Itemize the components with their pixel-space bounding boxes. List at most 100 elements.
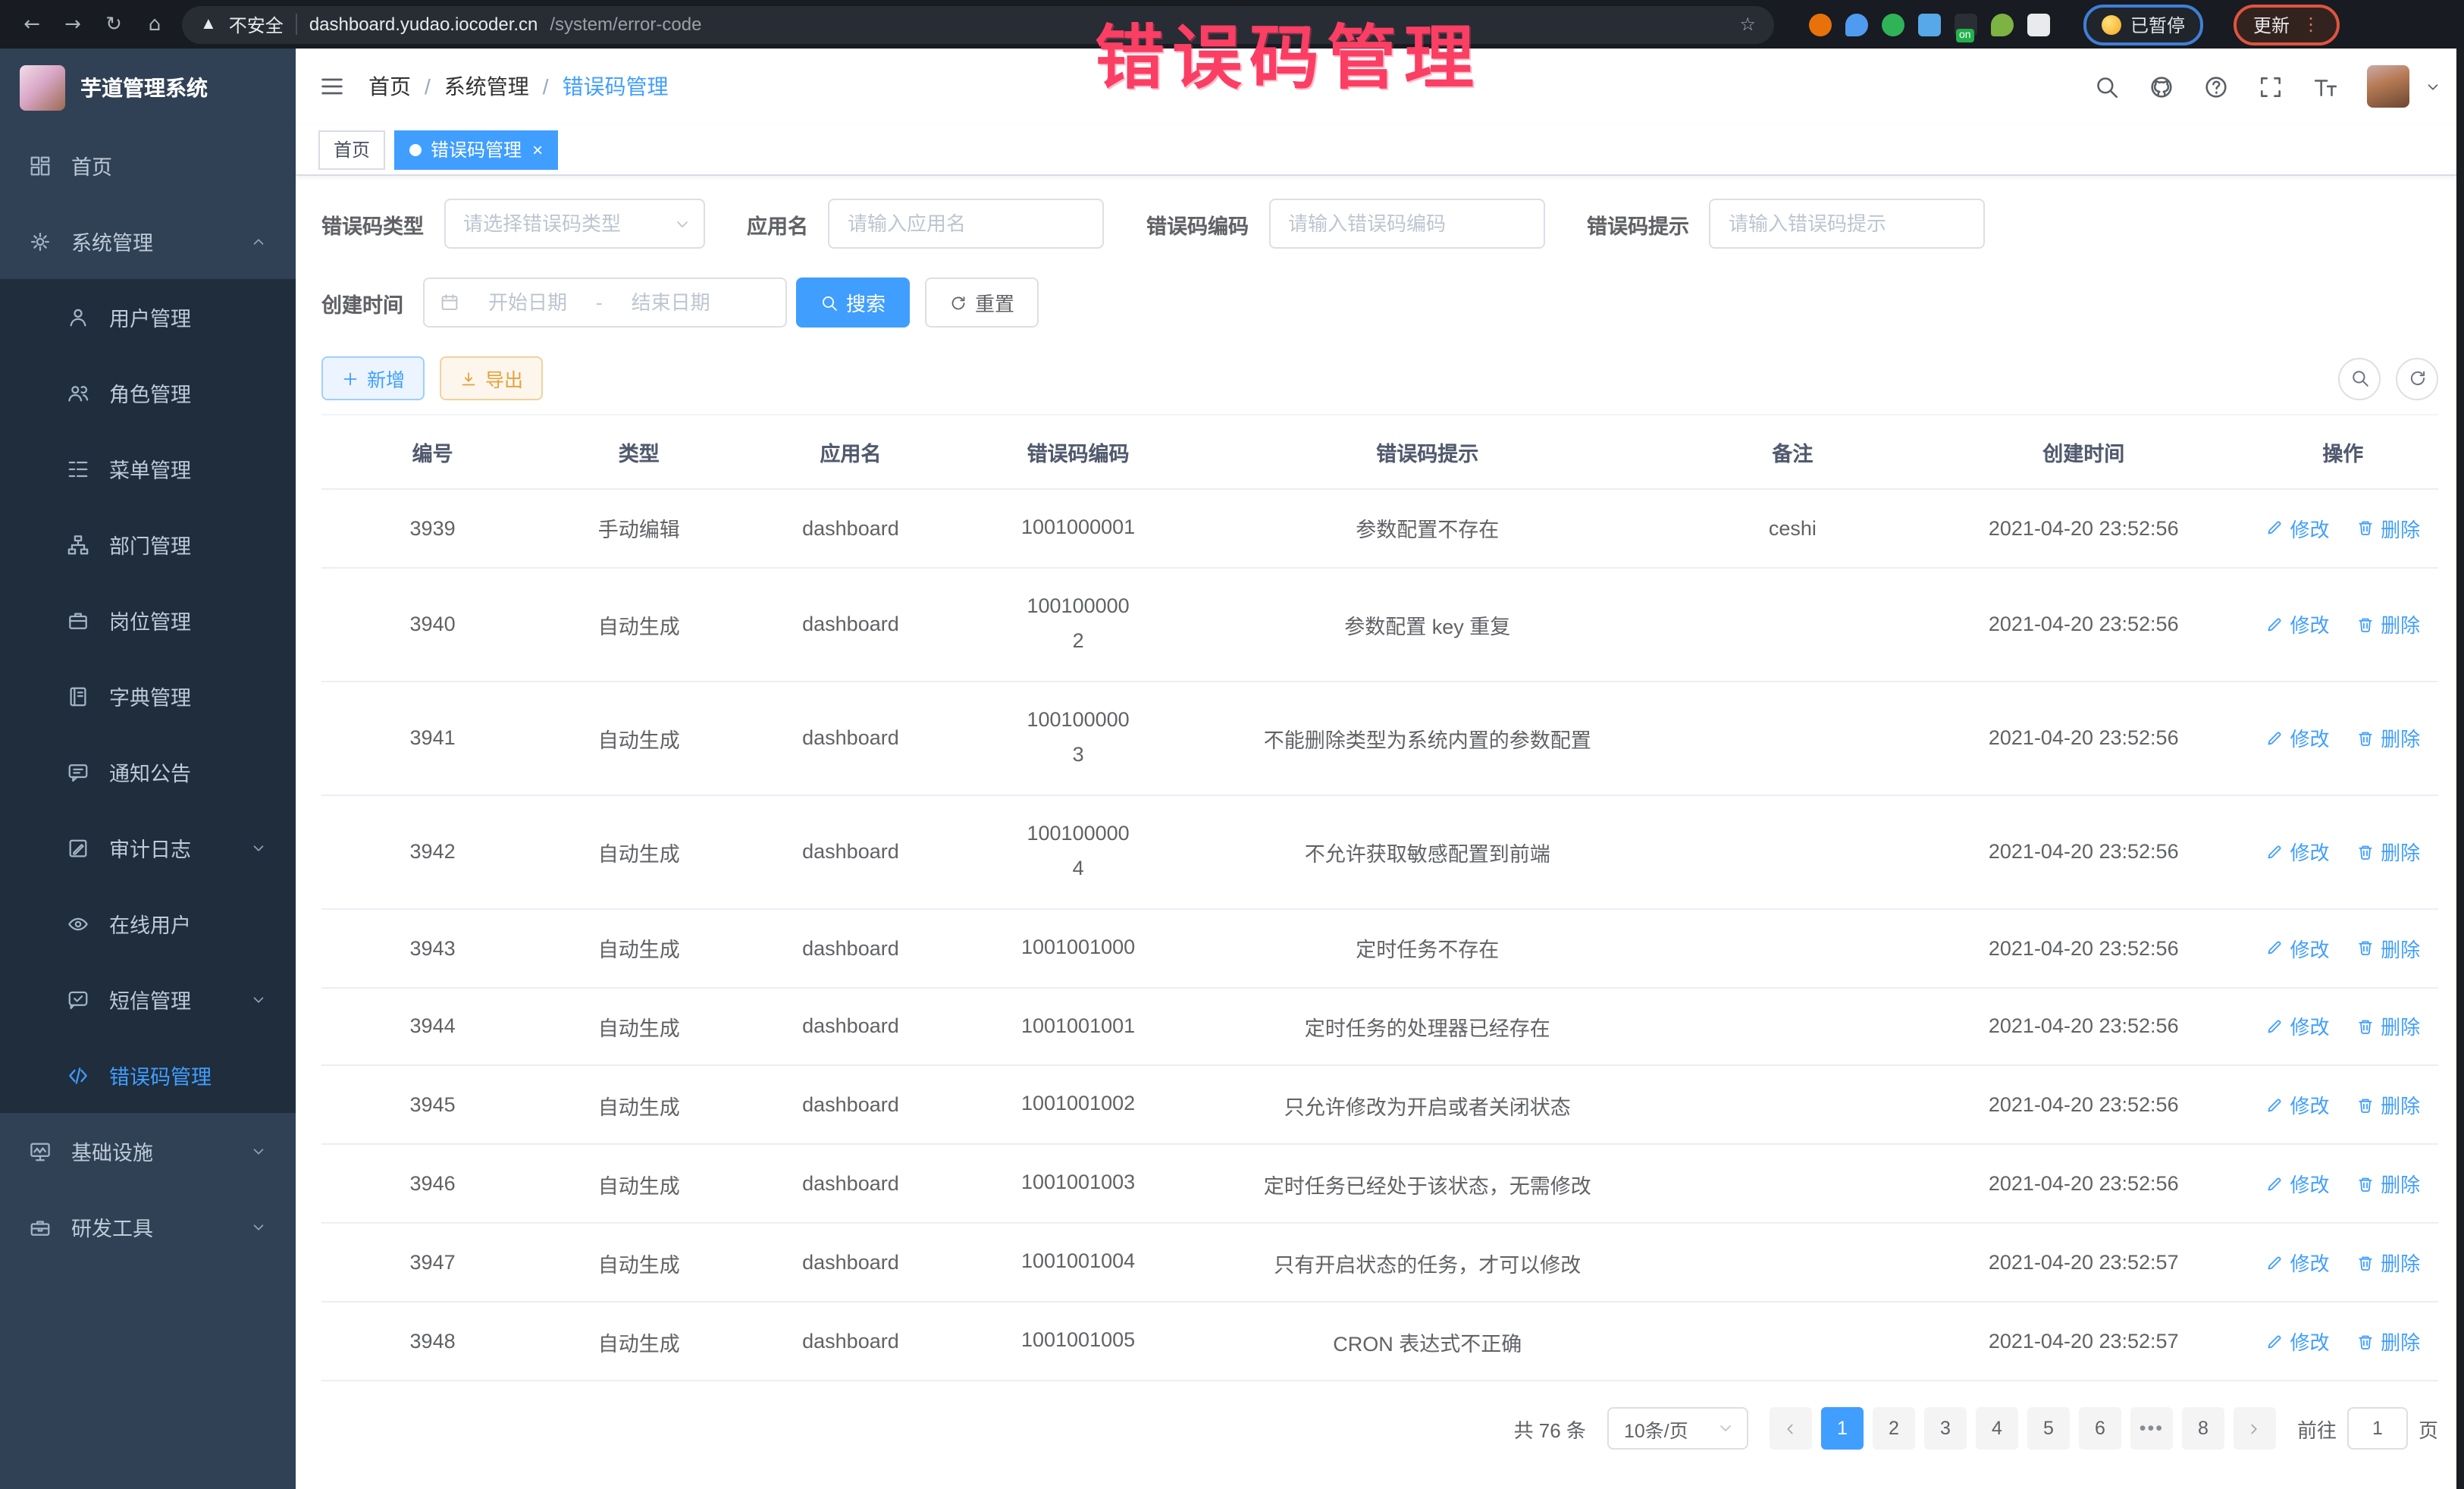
sidebar-item-audit-log[interactable]: 审计日志 <box>0 810 296 886</box>
tab-close-icon[interactable]: × <box>532 139 543 160</box>
breadcrumb-home[interactable]: 首页 <box>368 71 411 102</box>
extension-puzzle-icon[interactable] <box>2027 13 2050 36</box>
page-button[interactable]: 8 <box>2182 1407 2224 1450</box>
page-button[interactable]: 5 <box>2027 1407 2070 1450</box>
paused-extension-button[interactable]: 已暂停 <box>2083 4 2203 45</box>
sidebar-item-error-code-mgmt[interactable]: 错误码管理 <box>0 1037 296 1113</box>
page-button-active[interactable]: 1 <box>1821 1407 1864 1450</box>
reset-button[interactable]: 重置 <box>925 277 1039 328</box>
delete-link[interactable]: 删除 <box>2356 933 2420 962</box>
edit-link[interactable]: 修改 <box>2266 514 2330 543</box>
toggle-search-button[interactable] <box>2338 357 2381 400</box>
sidebar-item-system-mgmt[interactable]: 系统管理 <box>0 203 296 279</box>
bookmark-star-icon[interactable]: ☆ <box>1739 14 1756 35</box>
chevron-down-icon[interactable] <box>2425 78 2441 95</box>
export-button[interactable]: 导出 <box>440 356 543 400</box>
page-button[interactable]: 6 <box>2079 1407 2121 1450</box>
page-button[interactable]: 4 <box>1976 1407 2018 1450</box>
end-date-input[interactable] <box>610 291 732 314</box>
cell-msg: 定时任务的处理器已经存在 <box>1190 987 1666 1066</box>
refresh-table-button[interactable] <box>2396 357 2438 400</box>
next-page-button[interactable] <box>2234 1407 2276 1450</box>
tab-error-code[interactable]: 错误码管理 × <box>394 130 558 169</box>
breadcrumb-separator: / <box>543 74 549 99</box>
delete-link[interactable]: 删除 <box>2356 1012 2420 1041</box>
sidebar-item-post-mgmt[interactable]: 岗位管理 <box>0 582 296 658</box>
error-msg-input[interactable] <box>1709 199 1985 249</box>
breadcrumb-system[interactable]: 系统管理 <box>444 71 529 102</box>
cell-time: 2021-04-20 23:52:57 <box>1920 1302 2248 1381</box>
delete-link[interactable]: 删除 <box>2356 610 2420 639</box>
fullscreen-icon[interactable] <box>2258 74 2284 99</box>
sidebar-item-sms-mgmt[interactable]: 短信管理 <box>0 961 296 1037</box>
github-icon[interactable] <box>2149 74 2174 99</box>
start-date-input[interactable] <box>467 291 588 314</box>
edit-link[interactable]: 修改 <box>2266 724 2330 753</box>
trash-icon <box>2356 519 2375 538</box>
error-code-input[interactable] <box>1268 199 1544 249</box>
browser-reload-icon[interactable]: ↻ <box>100 13 127 36</box>
extension-green-check-icon[interactable] <box>1882 13 1904 36</box>
edit-link[interactable]: 修改 <box>2266 837 2330 866</box>
sidebar-item-home[interactable]: 首页 <box>0 127 296 203</box>
cell-code: 1001001002 <box>967 1066 1190 1145</box>
cell-ops: 修改 删除 <box>2248 1145 2438 1224</box>
browser-home-icon[interactable]: ⌂ <box>141 13 168 36</box>
table-row: 3946 自动生成 dashboard 1001001003 定时任务已经处于该… <box>321 1145 2438 1224</box>
browser-back-icon[interactable]: ← <box>18 13 45 36</box>
help-icon[interactable] <box>2203 74 2229 99</box>
delete-link[interactable]: 删除 <box>2356 1249 2420 1277</box>
search-button[interactable]: 搜索 <box>796 277 910 328</box>
tab-home[interactable]: 首页 <box>318 130 385 169</box>
font-size-icon[interactable] <box>2312 74 2338 99</box>
page-size-select[interactable] <box>1607 1407 1748 1450</box>
prev-page-button[interactable] <box>1770 1407 1812 1450</box>
sidebar-item-dev-tools[interactable]: 研发工具 <box>0 1189 296 1265</box>
sidebar-item-notice-mgmt[interactable]: 通知公告 <box>0 734 296 810</box>
browser-update-button[interactable]: 更新 ⋮ <box>2234 4 2340 45</box>
browser-forward-icon[interactable]: → <box>59 13 86 36</box>
page-button[interactable]: 2 <box>1873 1407 1915 1450</box>
edit-link[interactable]: 修改 <box>2266 933 2330 962</box>
user-avatar[interactable] <box>2367 65 2409 108</box>
edit-link[interactable]: 修改 <box>2266 610 2330 639</box>
edit-link[interactable]: 修改 <box>2266 1327 2330 1356</box>
sidebar-item-role-mgmt[interactable]: 角色管理 <box>0 355 296 431</box>
browser-menu-icon[interactable]: ⋮ <box>2302 14 2320 35</box>
app-name-input[interactable] <box>828 199 1104 249</box>
delete-link[interactable]: 删除 <box>2356 514 2420 543</box>
sidebar-item-user-mgmt[interactable]: 用户管理 <box>0 279 296 355</box>
table-tools <box>2338 357 2438 400</box>
edit-link[interactable]: 修改 <box>2266 1249 2330 1277</box>
page-button[interactable]: ••• <box>2130 1407 2173 1450</box>
sidebar-item-menu-mgmt[interactable]: 菜单管理 <box>0 431 296 506</box>
date-range-picker[interactable]: - <box>423 277 787 328</box>
sidebar-item-dict-mgmt[interactable]: 字典管理 <box>0 658 296 734</box>
delete-link[interactable]: 删除 <box>2356 1170 2420 1199</box>
sidebar-item-infrastructure[interactable]: 基础设施 <box>0 1113 296 1189</box>
edit-icon <box>2266 939 2284 957</box>
extension-blue-grid-icon[interactable] <box>1918 13 1941 36</box>
error-type-select[interactable] <box>444 199 704 249</box>
extension-list-on-icon[interactable]: on <box>1955 13 1977 36</box>
sidebar-item-dept-mgmt[interactable]: 部门管理 <box>0 506 296 582</box>
goto-page-input[interactable] <box>2347 1407 2408 1450</box>
sidebar-item-label: 审计日志 <box>109 832 191 863</box>
sidebar-item-online-users[interactable]: 在线用户 <box>0 886 296 961</box>
extension-orange-circle-icon[interactable] <box>1809 13 1832 36</box>
hamburger-icon[interactable] <box>318 73 346 100</box>
address-bar[interactable]: ▲ 不安全 dashboard.yudao.iocoder.cn /system… <box>182 5 1774 43</box>
extension-location-pin-icon[interactable] <box>1845 13 1868 36</box>
delete-link[interactable]: 删除 <box>2356 724 2420 753</box>
edit-link[interactable]: 修改 <box>2266 1091 2330 1120</box>
edit-link[interactable]: 修改 <box>2266 1012 2330 1041</box>
delete-link[interactable]: 删除 <box>2356 1091 2420 1120</box>
add-button[interactable]: 新增 <box>321 356 425 400</box>
page-size-value[interactable] <box>1607 1407 1748 1450</box>
search-icon[interactable] <box>2094 74 2120 99</box>
page-button[interactable]: 3 <box>1924 1407 1967 1450</box>
delete-link[interactable]: 删除 <box>2356 1327 2420 1356</box>
extension-green-search-icon[interactable] <box>1991 13 2014 36</box>
delete-link[interactable]: 删除 <box>2356 837 2420 866</box>
edit-link[interactable]: 修改 <box>2266 1170 2330 1199</box>
